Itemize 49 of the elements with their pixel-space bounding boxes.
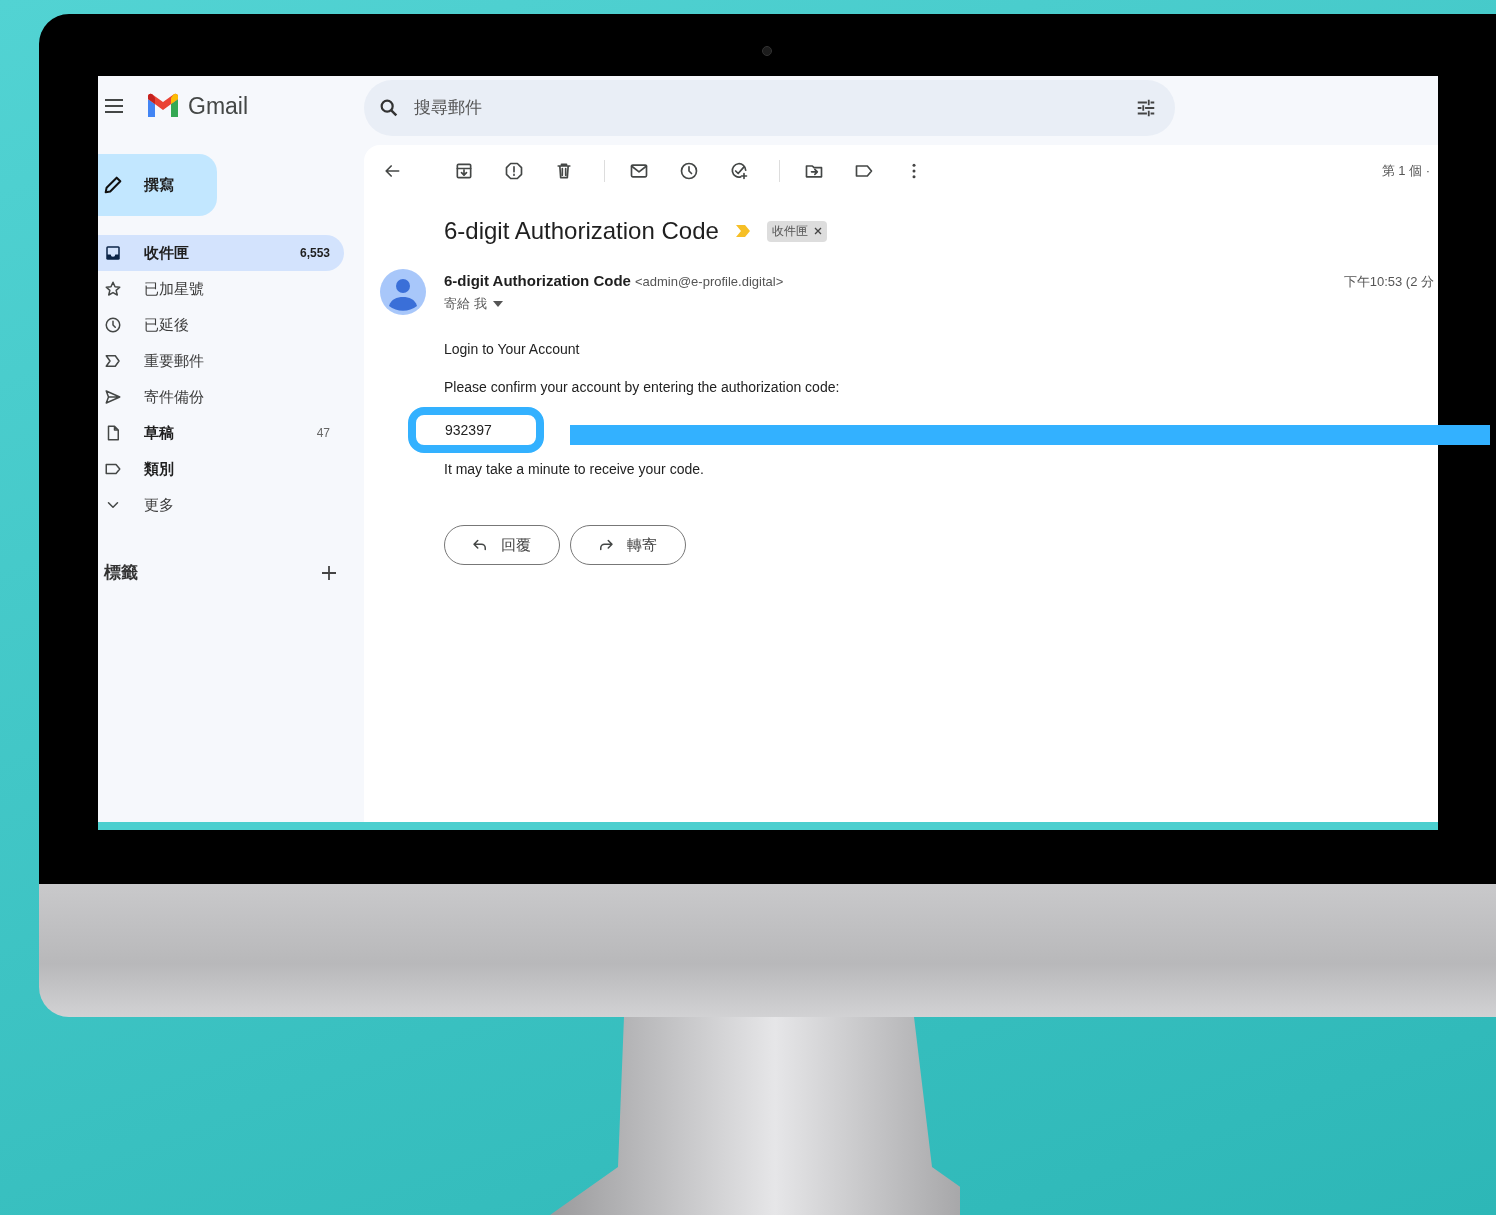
pager-text: 第 1 個 · xyxy=(1381,162,1431,180)
sidebar-item[interactable]: 重要郵件 xyxy=(98,343,344,379)
sidebar-item[interactable]: 草稿 47 xyxy=(98,415,344,451)
sender-name: 6-digit Authorization Code xyxy=(444,272,631,289)
app-name: Gmail xyxy=(188,92,249,120)
recipient-text: 寄給 我 xyxy=(444,295,487,313)
report-spam-icon[interactable] xyxy=(504,161,524,181)
caret-icon[interactable] xyxy=(492,301,503,307)
search-bar[interactable]: 搜尋郵件 xyxy=(364,80,1175,136)
email-time: 下午10:53 (2 分 xyxy=(1343,273,1435,291)
tag-label: 收件匣 xyxy=(771,222,808,240)
email-greeting: Login to Your Account xyxy=(444,341,581,357)
forward-button[interactable]: 轉寄 xyxy=(570,525,686,565)
add-task-icon[interactable] xyxy=(729,161,749,181)
sidebar-item[interactable]: 已加星號 xyxy=(98,271,344,307)
avatar-icon xyxy=(380,269,426,315)
envelope-icon[interactable] xyxy=(629,161,649,181)
inbox-icon xyxy=(104,244,122,262)
item-count: 47 xyxy=(316,426,330,440)
pencil-icon xyxy=(102,174,124,196)
clock-icon[interactable] xyxy=(679,161,699,181)
important-icon xyxy=(104,352,122,370)
authorization-code: 932397 xyxy=(408,407,544,453)
m-logo-icon xyxy=(146,93,180,119)
email-instruction: Please confirm your account by entering the authorization code: xyxy=(444,379,841,395)
sidebar-item[interactable]: 類別 xyxy=(98,451,344,487)
sidebar-item[interactable]: 收件匣 6,553 xyxy=(98,235,344,271)
email-subject: 6-digit Authorization Code xyxy=(444,217,719,245)
search-field[interactable]: 搜尋郵件 xyxy=(412,97,1123,119)
item-count: 6,553 xyxy=(299,246,330,260)
plus-icon[interactable] xyxy=(320,563,338,582)
sender-email: <admin@e-profile.digital> xyxy=(634,274,784,289)
compose-button[interactable]: 撰寫 xyxy=(98,154,217,216)
camera-dot xyxy=(762,46,772,56)
importance-marker-icon[interactable] xyxy=(734,224,751,238)
sidebar-item[interactable]: 更多 xyxy=(98,487,344,523)
star-icon xyxy=(104,280,122,298)
email-note: It may take a minute to receive your code. xyxy=(444,461,705,477)
close-icon[interactable] xyxy=(813,227,822,235)
sidebar-item[interactable]: 寄件備份 xyxy=(98,379,344,415)
clock-icon xyxy=(104,316,122,334)
sidebar-item[interactable]: 已延後 xyxy=(98,307,344,343)
filter-sliders-icon[interactable] xyxy=(1135,97,1157,119)
menu-icon[interactable] xyxy=(104,98,124,114)
send-icon xyxy=(104,388,122,406)
search-icon[interactable] xyxy=(378,97,400,119)
reply-button[interactable]: 回覆 xyxy=(444,525,560,565)
labels-heading: 標籤 xyxy=(104,562,138,584)
archive-icon[interactable] xyxy=(454,161,474,181)
